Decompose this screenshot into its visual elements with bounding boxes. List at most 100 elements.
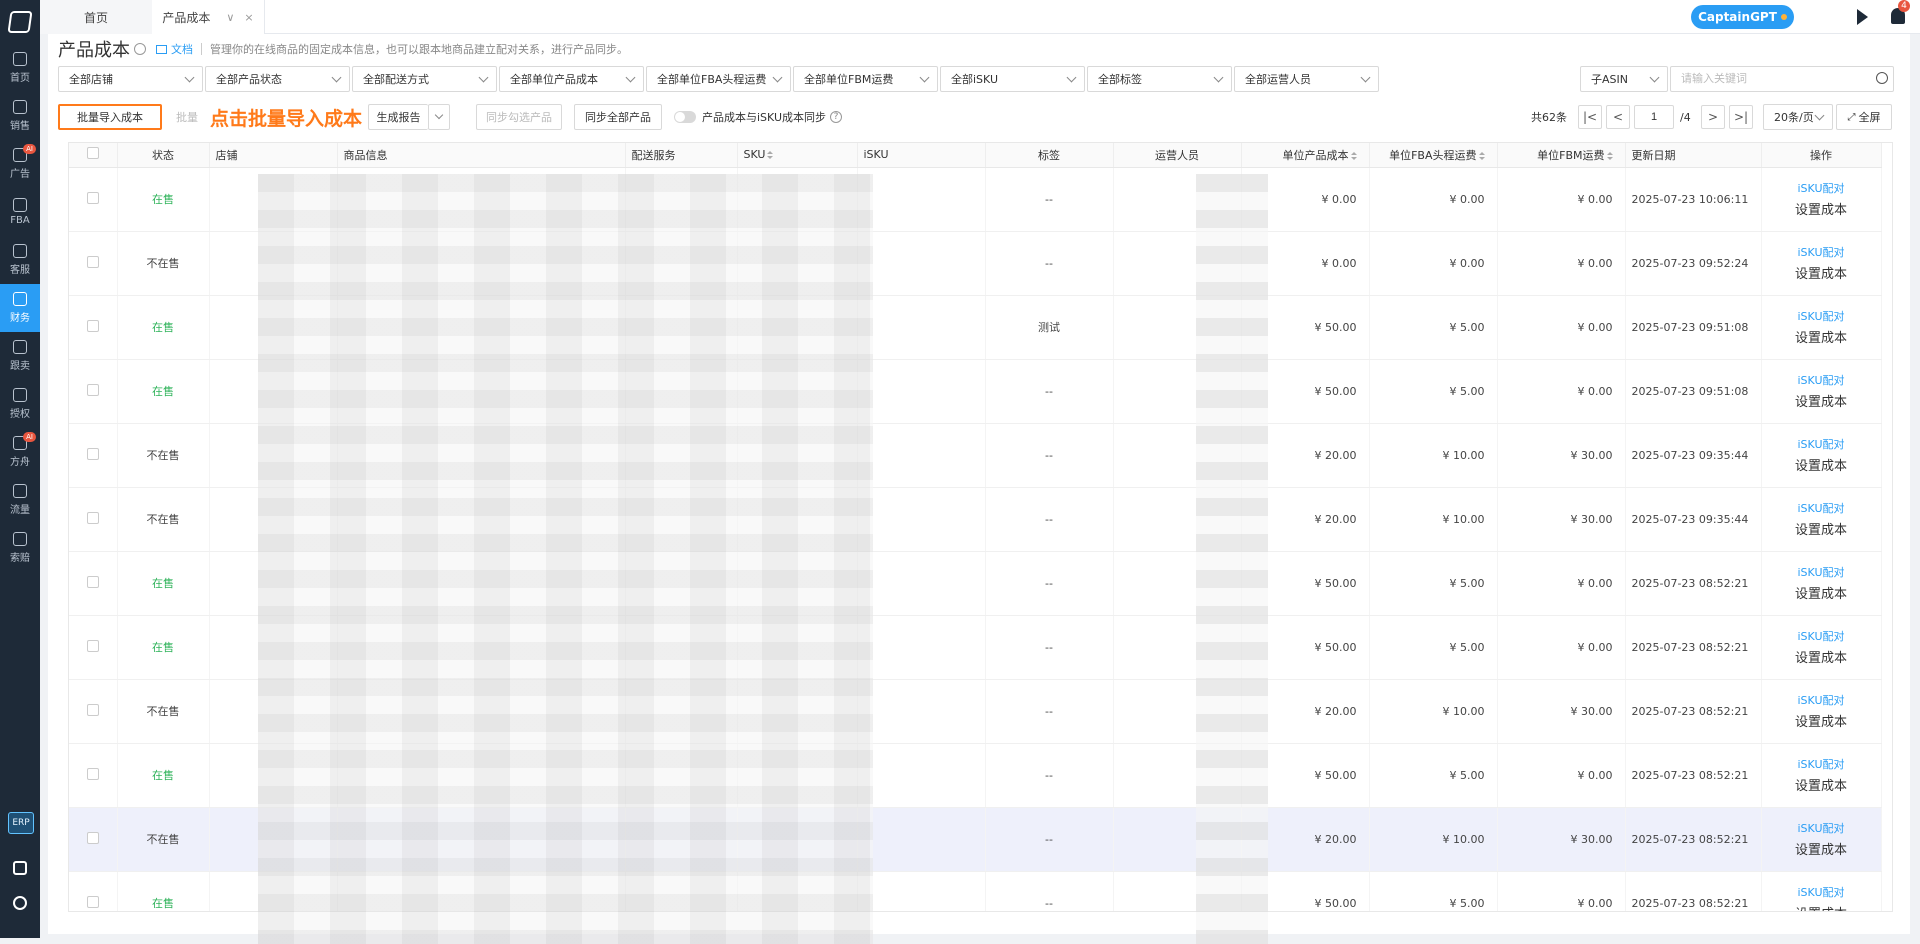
row-select-cell: [69, 615, 118, 680]
isku-pair-link[interactable]: iSKU配对: [1762, 180, 1881, 196]
close-icon[interactable]: ×: [244, 11, 253, 24]
sidebar-item-10[interactable]: 索赔: [0, 524, 40, 572]
erp-button[interactable]: ERP: [8, 812, 34, 834]
isku-cell: [857, 615, 986, 680]
expand-icon: ⤢: [1847, 111, 1856, 123]
row-checkbox[interactable]: [86, 639, 99, 652]
updated-cell: 2025-07-23 08:52:21: [1625, 679, 1762, 744]
isku-pair-link[interactable]: iSKU配对: [1762, 884, 1881, 900]
sidebar-item-1[interactable]: 销售: [0, 92, 40, 140]
row-checkbox[interactable]: [86, 383, 99, 396]
set-cost-link[interactable]: 设置成本: [1762, 519, 1881, 538]
sidebar-item-8[interactable]: 方舟 AI: [0, 428, 40, 476]
tab-product-cost[interactable]: 产品成本 ∨ ×: [152, 0, 265, 34]
isku-pair-link[interactable]: iSKU配对: [1762, 308, 1881, 324]
row-checkbox[interactable]: [86, 255, 99, 268]
fba-freight-filter[interactable]: 全部单位FBA头程运费: [646, 66, 791, 92]
col-unit-cost[interactable]: 单位产品成本: [1241, 143, 1370, 168]
last-page-button[interactable]: >|: [1729, 105, 1753, 129]
isku-pair-link[interactable]: iSKU配对: [1762, 628, 1881, 644]
row-checkbox[interactable]: [86, 703, 99, 716]
tab-home[interactable]: 首页: [40, 0, 152, 34]
report-dropdown-button[interactable]: [428, 104, 450, 130]
sync-all-button[interactable]: 同步全部产品: [574, 104, 662, 130]
page-size-select[interactable]: 20条/页: [1763, 104, 1833, 130]
set-cost-link[interactable]: 设置成本: [1762, 775, 1881, 794]
row-checkbox[interactable]: [86, 767, 99, 780]
status-filter[interactable]: 全部产品状态: [205, 66, 350, 92]
doc-link[interactable]: 文档: [156, 41, 193, 57]
info-icon[interactable]: [134, 43, 146, 55]
store-icon[interactable]: [13, 861, 27, 875]
prev-page-button[interactable]: <: [1606, 105, 1630, 129]
page-number-input[interactable]: [1634, 105, 1674, 129]
tag-filter[interactable]: 全部标签: [1087, 66, 1232, 92]
batch-import-cost-button[interactable]: 批量导入成本: [58, 104, 162, 130]
sidebar-item-4[interactable]: 客服: [0, 236, 40, 284]
operator-filter[interactable]: 全部运营人员: [1234, 66, 1379, 92]
app-logo[interactable]: [0, 0, 40, 44]
row-checkbox[interactable]: [86, 511, 99, 524]
sidebar-item-5[interactable]: 财务: [0, 284, 40, 332]
sort-icon: [1350, 151, 1357, 160]
updated-cell: 2025-07-23 09:51:08: [1625, 295, 1762, 360]
col-fba-freight[interactable]: 单位FBA头程运费: [1369, 143, 1498, 168]
sidebar-item-6[interactable]: 跟卖: [0, 332, 40, 380]
sidebar-item-0[interactable]: 首页: [0, 44, 40, 92]
col-operator: 运营人员: [1113, 143, 1242, 168]
support-icon[interactable]: [13, 896, 27, 910]
set-cost-link[interactable]: 设置成本: [1762, 327, 1881, 346]
sidebar-item-9[interactable]: 流量: [0, 476, 40, 524]
search-icon[interactable]: [1876, 72, 1888, 84]
isku-pair-link[interactable]: iSKU配对: [1762, 564, 1881, 580]
play-icon[interactable]: [1857, 9, 1868, 25]
row-checkbox[interactable]: [86, 191, 99, 204]
sync-selected-button[interactable]: 同步勾选产品: [476, 104, 562, 130]
shipping-filter[interactable]: 全部配送方式: [352, 66, 497, 92]
isku-pair-link[interactable]: iSKU配对: [1762, 756, 1881, 772]
search-type-select[interactable]: 子ASIN: [1580, 66, 1668, 92]
row-checkbox[interactable]: [86, 447, 99, 460]
set-cost-link[interactable]: 设置成本: [1762, 263, 1881, 282]
isku-pair-link[interactable]: iSKU配对: [1762, 436, 1881, 452]
col-actions: 操作: [1761, 143, 1882, 168]
isku-pair-link[interactable]: iSKU配对: [1762, 692, 1881, 708]
row-checkbox[interactable]: [86, 831, 99, 844]
unit-cost-filter[interactable]: 全部单位产品成本: [499, 66, 644, 92]
fbm-freight-filter[interactable]: 全部单位FBM运费: [793, 66, 938, 92]
next-page-button[interactable]: >: [1701, 105, 1725, 129]
isku-pair-link[interactable]: iSKU配对: [1762, 820, 1881, 836]
sidebar-item-2[interactable]: 广告 AI: [0, 140, 40, 188]
isku-pair-link[interactable]: iSKU配对: [1762, 500, 1881, 516]
sidebar-item-3[interactable]: FBA: [0, 188, 40, 236]
select-all-checkbox[interactable]: [86, 147, 99, 160]
generate-report-button[interactable]: 生成报告: [368, 104, 428, 130]
first-page-button[interactable]: |<: [1578, 105, 1602, 129]
set-cost-link[interactable]: 设置成本: [1762, 647, 1881, 666]
isku-filter[interactable]: 全部iSKU: [940, 66, 1085, 92]
set-cost-link[interactable]: 设置成本: [1762, 199, 1881, 218]
search-input[interactable]: [1670, 66, 1894, 92]
sync-all-label: 同步全部产品: [585, 111, 651, 124]
set-cost-link[interactable]: 设置成本: [1762, 903, 1881, 911]
row-checkbox[interactable]: [86, 575, 99, 588]
help-icon[interactable]: ?: [830, 111, 843, 123]
isku-pair-link[interactable]: iSKU配对: [1762, 372, 1881, 388]
captaingpt-button[interactable]: CaptainGPT: [1691, 5, 1794, 29]
row-checkbox[interactable]: [86, 895, 99, 908]
sync-toggle[interactable]: [674, 111, 696, 123]
set-cost-link[interactable]: 设置成本: [1762, 839, 1881, 858]
tag-filter-value: 全部标签: [1098, 73, 1142, 86]
row-checkbox[interactable]: [86, 319, 99, 332]
sidebar-item-7[interactable]: 授权: [0, 380, 40, 428]
fullscreen-button[interactable]: ⤢ 全屏: [1836, 104, 1892, 130]
col-sku[interactable]: SKU: [737, 143, 858, 168]
isku-pair-link[interactable]: iSKU配对: [1762, 244, 1881, 260]
set-cost-link[interactable]: 设置成本: [1762, 711, 1881, 730]
set-cost-link[interactable]: 设置成本: [1762, 583, 1881, 602]
set-cost-link[interactable]: 设置成本: [1762, 391, 1881, 410]
chevron-down-icon[interactable]: ∨: [226, 11, 234, 24]
col-fbm-freight[interactable]: 单位FBM运费: [1497, 143, 1626, 168]
set-cost-link[interactable]: 设置成本: [1762, 455, 1881, 474]
shop-filter[interactable]: 全部店铺: [58, 66, 203, 92]
